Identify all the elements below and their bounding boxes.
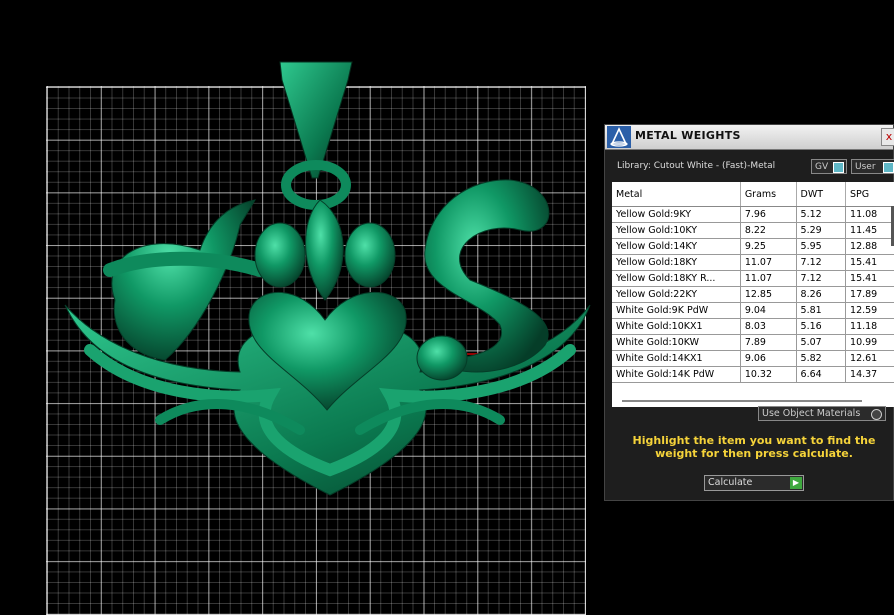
metal-cell: Yellow Gold:22KY (612, 286, 741, 303)
table-row[interactable]: Yellow Gold:14KY 9.25 5.95 12.88 (612, 238, 894, 255)
table-row[interactable]: Yellow Gold:18KY 11.07 7.12 15.41 (612, 254, 894, 271)
user-toggle-label: User (855, 162, 876, 172)
spg-cell: 11.45 (845, 222, 894, 239)
spg-cell: 15.41 (845, 254, 894, 271)
table-row[interactable]: White Gold:10KW 7.89 5.07 10.99 (612, 334, 894, 351)
table-row[interactable]: Yellow Gold:10KY 8.22 5.29 11.45 (612, 222, 894, 239)
spg-cell: 12.59 (845, 302, 894, 319)
dwt-cell: 7.12 (796, 270, 847, 287)
use-object-materials-option[interactable]: Use Object Materials (758, 406, 886, 421)
flower-bud-center (305, 199, 344, 301)
column-header-metal[interactable]: Metal (612, 182, 741, 207)
metal-cell: White Gold:14KX1 (612, 350, 741, 367)
dwt-cell: 8.26 (796, 286, 847, 303)
grams-cell: 9.25 (740, 238, 797, 255)
user-toggle[interactable]: User (851, 159, 894, 174)
calculate-button[interactable]: Calculate ▶ (704, 475, 804, 491)
metal-weights-panel: METAL WEIGHTS x Library: Cutout White - … (604, 124, 894, 501)
spg-cell: 14.37 (845, 366, 894, 383)
metal-cell: Yellow Gold:18KY R... (612, 270, 741, 287)
flower-petal-right (344, 222, 396, 288)
table-row[interactable]: Yellow Gold:18KY R... 11.07 7.12 15.41 (612, 270, 894, 287)
spg-cell: 10.99 (845, 334, 894, 351)
metal-weights-icon (607, 126, 631, 148)
calculate-label: Calculate (708, 477, 753, 488)
dwt-cell: 5.07 (796, 334, 847, 351)
metal-table-container[interactable]: Metal Grams DWT SPG Yellow Gold:9KY 7.96 5… (612, 182, 894, 395)
play-arrow-icon: ▶ (790, 477, 802, 489)
grams-cell: 7.96 (740, 206, 797, 223)
table-row[interactable]: White Gold:14KX1 9.06 5.82 12.61 (612, 350, 894, 367)
metal-table: Metal Grams DWT SPG Yellow Gold:9KY 7.96 5… (612, 182, 894, 383)
dwt-cell: 5.16 (796, 318, 847, 335)
grams-cell: 7.89 (740, 334, 797, 351)
column-header-grams[interactable]: Grams (740, 182, 797, 207)
grams-cell: 11.07 (740, 254, 797, 271)
grams-cell: 8.03 (740, 318, 797, 335)
dwt-cell: 5.81 (796, 302, 847, 319)
metal-cell: Yellow Gold:9KY (612, 206, 741, 223)
grams-cell: 12.85 (740, 286, 797, 303)
metal-cell: White Gold:14K PdW (612, 366, 741, 383)
table-header-row: Metal Grams DWT SPG (612, 182, 894, 207)
grams-cell: 11.07 (740, 270, 797, 287)
dwt-cell: 6.64 (796, 366, 847, 383)
horizontal-scroll-thumb[interactable] (622, 400, 862, 402)
spg-cell: 17.89 (845, 286, 894, 303)
metal-cell: White Gold:10KW (612, 334, 741, 351)
library-label: Library: Cutout White - (Fast)-Metal (617, 161, 776, 171)
close-button[interactable]: x (881, 128, 894, 146)
spg-cell: 15.41 (845, 270, 894, 287)
grams-cell: 9.06 (740, 350, 797, 367)
metal-cell: Yellow Gold:10KY (612, 222, 741, 239)
spg-cell: 12.61 (845, 350, 894, 367)
user-toggle-knob-icon (883, 162, 894, 173)
table-row[interactable]: White Gold:10KX1 8.03 5.16 11.18 (612, 318, 894, 335)
dwt-cell: 5.95 (796, 238, 847, 255)
spg-cell: 11.08 (845, 206, 894, 223)
grams-cell: 9.04 (740, 302, 797, 319)
panel-title-bar[interactable]: METAL WEIGHTS x (605, 125, 894, 150)
dwt-cell: 7.12 (796, 254, 847, 271)
metal-cell: White Gold:9K PdW (612, 302, 741, 319)
radio-icon (871, 409, 882, 420)
letter-f (111, 199, 257, 361)
column-header-spg[interactable]: SPG (845, 182, 894, 207)
column-header-dwt[interactable]: DWT (796, 182, 847, 207)
use-object-materials-label: Use Object Materials (762, 408, 861, 419)
library-row: Library: Cutout White - (Fast)-Metal GV … (605, 157, 894, 177)
spg-cell: 11.18 (845, 318, 894, 335)
panel-title: METAL WEIGHTS (635, 129, 741, 142)
dwt-cell: 5.12 (796, 206, 847, 223)
spg-cell: 12.88 (845, 238, 894, 255)
grams-cell: 10.32 (740, 366, 797, 383)
gv-toggle[interactable]: GV (811, 159, 847, 174)
table-row[interactable]: White Gold:9K PdW 9.04 5.81 12.59 (612, 302, 894, 319)
dwt-cell: 5.29 (796, 222, 847, 239)
grams-cell: 8.22 (740, 222, 797, 239)
berry-ornament (416, 335, 468, 381)
gv-toggle-label: GV (815, 162, 829, 172)
metal-cell: White Gold:10KX1 (612, 318, 741, 335)
table-row[interactable]: Yellow Gold:22KY 12.85 8.26 17.89 (612, 286, 894, 303)
metal-cell: Yellow Gold:18KY (612, 254, 741, 271)
table-row[interactable]: Yellow Gold:9KY 7.96 5.12 11.08 (612, 206, 894, 223)
instruction-text: Highlight the item you want to find the … (632, 434, 876, 460)
table-row[interactable]: White Gold:14K PdW 10.32 6.64 14.37 (612, 366, 894, 383)
metal-cell: Yellow Gold:14KY (612, 238, 741, 255)
dwt-cell: 5.82 (796, 350, 847, 367)
flower-petal-left (254, 222, 306, 288)
gv-toggle-knob-icon (833, 162, 844, 173)
